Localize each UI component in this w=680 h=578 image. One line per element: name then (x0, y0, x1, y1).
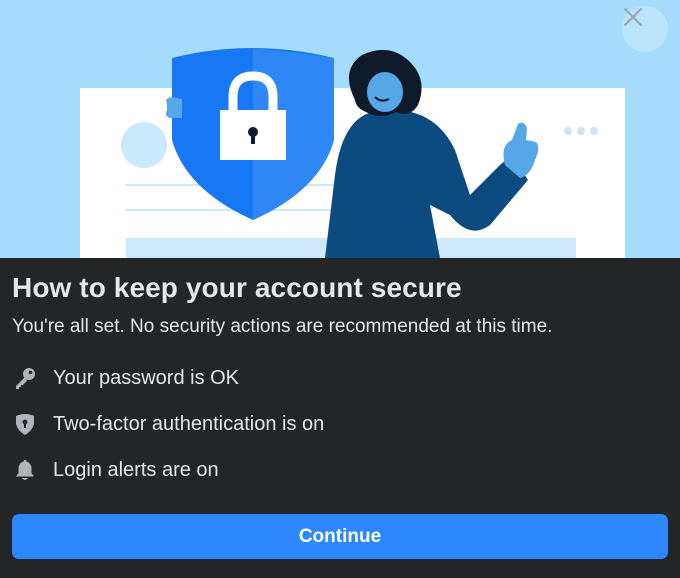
dot-shape (577, 127, 585, 135)
bell-icon (12, 457, 38, 483)
status-label: Two-factor authentication is on (53, 412, 325, 435)
status-item-password: Your password is OK (0, 358, 680, 398)
keyhole-slot-shape (251, 133, 255, 144)
content-panel: How to keep your account secure You're a… (0, 258, 680, 578)
continue-button[interactable]: Continue (12, 514, 668, 559)
dot-shape (590, 127, 598, 135)
close-icon (623, 7, 643, 27)
status-item-two-factor: Two-factor authentication is on (0, 404, 680, 444)
status-label: Login alerts are on (53, 458, 219, 481)
security-checkup-dialog: How to keep your account secure You're a… (0, 0, 680, 578)
hand-holding-shield-shape (166, 97, 182, 118)
dialog-subtitle: You're all set. No security actions are … (12, 316, 553, 337)
close-button[interactable] (622, 6, 668, 52)
status-label: Your password is OK (53, 366, 240, 389)
security-illustration (80, 48, 625, 258)
dialog-title: How to keep your account secure (12, 272, 462, 303)
status-item-login-alerts: Login alerts are on (0, 450, 680, 490)
avatar-placeholder-shape (121, 122, 167, 168)
person-face-shape (367, 72, 403, 112)
shield-icon (12, 411, 38, 437)
hero-illustration (0, 0, 680, 258)
key-icon (12, 365, 38, 391)
dot-shape (564, 127, 572, 135)
